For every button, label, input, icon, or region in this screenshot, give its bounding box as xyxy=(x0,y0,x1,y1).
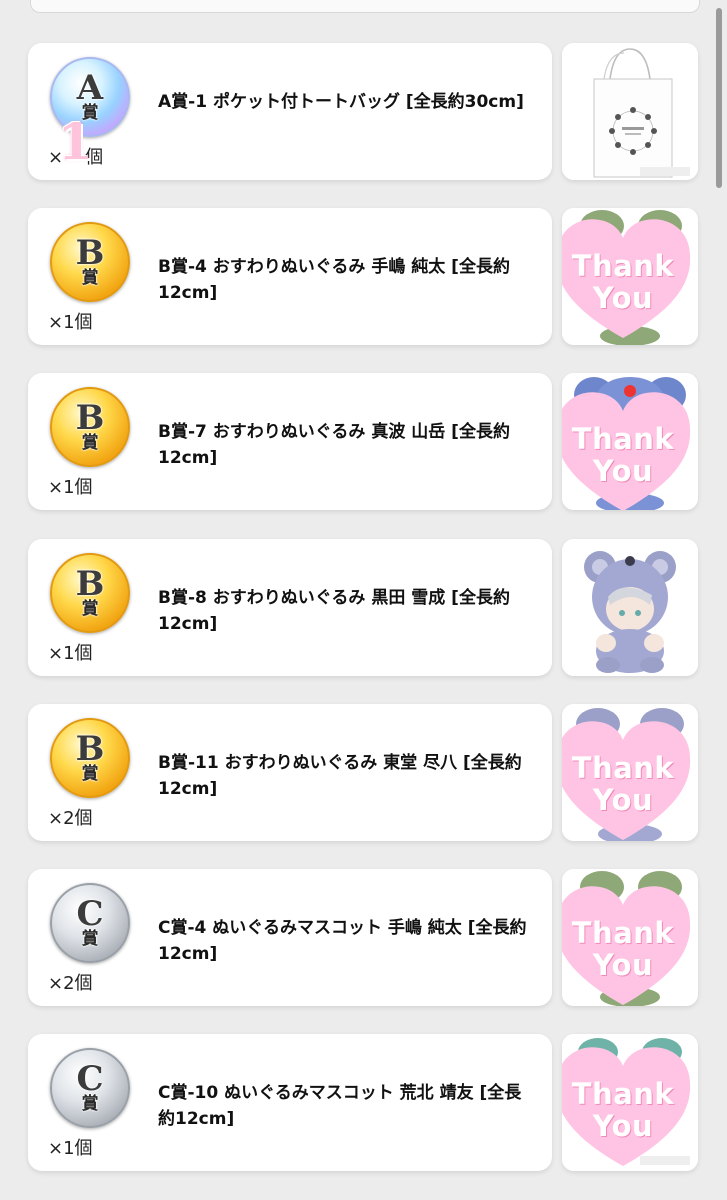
thank-you-sticker: Thank You xyxy=(562,712,696,841)
medal-kanji: 賞 xyxy=(81,599,99,619)
sticker-line2: You xyxy=(592,281,654,315)
tote-bag-icon xyxy=(562,43,698,180)
b-grade-medal-icon: B 賞 xyxy=(50,718,130,798)
prize-row[interactable]: B 賞 ×2個 B賞-11 おすわりぬいぐるみ 東堂 尽八 [全長約12cm] … xyxy=(28,704,698,841)
medal-kanji: 賞 xyxy=(81,764,99,784)
prize-name: C賞-10 ぬいぐるみマスコット 荒北 靖友 [全長約12cm] xyxy=(158,1083,522,1129)
quantity-label: ×1個 xyxy=(48,1138,93,1159)
sticker-line2: You xyxy=(592,948,654,982)
prize-thumbnail[interactable] xyxy=(562,539,698,676)
prize-row[interactable]: C 賞 ×2個 C賞-4 ぬいぐるみマスコット 手嶋 純太 [全長約12cm] … xyxy=(28,869,698,1006)
sticker-line1: Thank xyxy=(571,1077,675,1111)
thank-you-sticker: Thank You xyxy=(562,1038,696,1171)
prize-list: A 賞 × 個 1 A賞-1 ポケット付トートバッグ [全長約30cm] B 賞… xyxy=(0,0,727,1200)
sticker-text: Thank You xyxy=(562,917,696,981)
medal-kanji: 賞 xyxy=(81,929,99,949)
prize-card[interactable]: B 賞 ×1個 B賞-7 おすわりぬいぐるみ 真波 山岳 [全長約12cm] xyxy=(28,373,552,510)
prize-card[interactable]: C 賞 ×1個 C賞-10 ぬいぐるみマスコット 荒北 靖友 [全長約12cm] xyxy=(28,1034,552,1171)
quantity-label: ×1個 xyxy=(48,477,93,498)
quantity-label: ×2個 xyxy=(48,808,93,829)
prize-row[interactable]: B 賞 ×1個 B賞-8 おすわりぬいぐるみ 黒田 雪成 [全長約12cm] xyxy=(28,539,698,676)
medal-letter: B xyxy=(75,398,105,438)
prize-row[interactable]: C 賞 ×1個 C賞-10 ぬいぐるみマスコット 荒北 靖友 [全長約12cm]… xyxy=(28,1034,698,1171)
sticker-text: Thank You xyxy=(562,1078,696,1142)
prize-card[interactable]: B 賞 ×1個 B賞-4 おすわりぬいぐるみ 手嶋 純太 [全長約12cm] xyxy=(28,208,552,345)
sticker-line1: Thank xyxy=(571,422,675,456)
prize-card[interactable]: A 賞 × 個 1 A賞-1 ポケット付トートバッグ [全長約30cm] xyxy=(28,43,552,180)
prize-card[interactable]: B 賞 ×1個 B賞-8 おすわりぬいぐるみ 黒田 雪成 [全長約12cm] xyxy=(28,539,552,676)
medal-letter: C xyxy=(76,1059,104,1099)
sticker-line1: Thank xyxy=(571,751,675,785)
prize-row[interactable]: B 賞 ×1個 B賞-7 おすわりぬいぐるみ 真波 山岳 [全長約12cm] T xyxy=(28,373,698,510)
thank-you-sticker: Thank You xyxy=(562,210,696,344)
b-grade-medal-icon: B 賞 xyxy=(50,222,130,302)
quantity-label: ×2個 xyxy=(48,973,93,994)
sticker-line2: You xyxy=(592,1109,654,1143)
sticker-line1: Thank xyxy=(571,916,675,950)
prize-row[interactable]: B 賞 ×1個 B賞-4 おすわりぬいぐるみ 手嶋 純太 [全長約12cm] T… xyxy=(28,208,698,345)
sticker-line1: Thank xyxy=(571,249,675,283)
overlay-number: 1 xyxy=(58,112,93,171)
prize-name: B賞-8 おすわりぬいぐるみ 黒田 雪成 [全長約12cm] xyxy=(158,588,510,634)
c-grade-medal-icon: C 賞 xyxy=(50,1048,130,1128)
thank-you-sticker: Thank You xyxy=(562,383,696,510)
quantity-label: ×1個 xyxy=(48,643,93,664)
sticker-text: Thank You xyxy=(562,250,696,314)
quantity-label: ×1個 xyxy=(48,312,93,333)
sticker-text: Thank You xyxy=(562,752,696,816)
medal-letter: B xyxy=(75,564,105,604)
medal-kanji: 賞 xyxy=(81,433,99,453)
medal-kanji: 賞 xyxy=(81,1094,99,1114)
prize-name: B賞-4 おすわりぬいぐるみ 手嶋 純太 [全長約12cm] xyxy=(158,257,510,303)
prize-name: A賞-1 ポケット付トートバッグ [全長約30cm] xyxy=(158,92,524,112)
prize-thumbnail[interactable]: Thank You xyxy=(562,869,698,1006)
medal-letter: B xyxy=(75,729,105,769)
prize-name: B賞-11 おすわりぬいぐるみ 東堂 尽八 [全長約12cm] xyxy=(158,753,522,799)
prize-card[interactable]: B 賞 ×2個 B賞-11 おすわりぬいぐるみ 東堂 尽八 [全長約12cm] xyxy=(28,704,552,841)
prize-row[interactable]: A 賞 × 個 1 A賞-1 ポケット付トートバッグ [全長約30cm] xyxy=(28,43,698,180)
prize-thumbnail[interactable]: Thank You xyxy=(562,208,698,345)
prize-card[interactable]: C 賞 ×2個 C賞-4 ぬいぐるみマスコット 手嶋 純太 [全長約12cm] xyxy=(28,869,552,1006)
medal-letter: B xyxy=(75,233,105,273)
prize-name: C賞-4 ぬいぐるみマスコット 手嶋 純太 [全長約12cm] xyxy=(158,918,527,964)
sticker-line2: You xyxy=(592,783,654,817)
prize-thumbnail[interactable]: Thank You xyxy=(562,1034,698,1171)
b-grade-medal-icon: B 賞 xyxy=(50,387,130,467)
prize-thumbnail[interactable] xyxy=(562,43,698,180)
medal-letter: A xyxy=(76,68,104,108)
b-grade-medal-icon: B 賞 xyxy=(50,553,130,633)
prize-name: B賞-7 おすわりぬいぐるみ 真波 山岳 [全長約12cm] xyxy=(158,422,510,468)
prize-thumbnail[interactable]: Thank You xyxy=(562,704,698,841)
medal-letter: C xyxy=(76,894,104,934)
medal-kanji: 賞 xyxy=(81,268,99,288)
prize-thumbnail[interactable]: Thank You xyxy=(562,373,698,510)
thank-you-sticker: Thank You xyxy=(562,877,696,1006)
c-grade-medal-icon: C 賞 xyxy=(50,883,130,963)
sticker-line2: You xyxy=(592,454,654,488)
bear-plush-icon xyxy=(562,539,698,676)
sticker-text: Thank You xyxy=(562,423,696,487)
